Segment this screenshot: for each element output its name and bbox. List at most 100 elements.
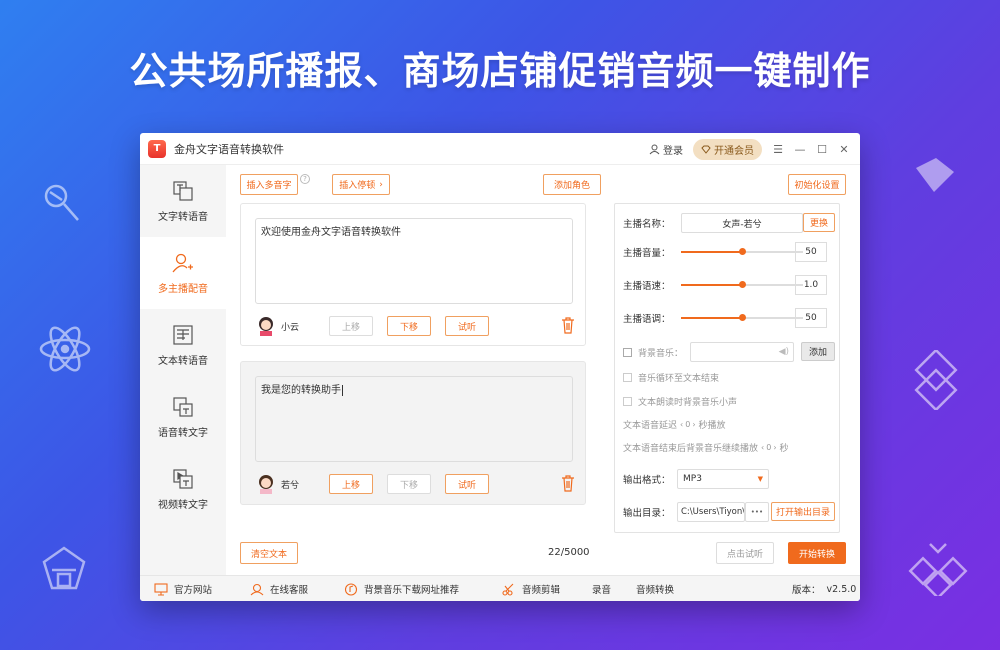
sidebar-item-label: 文字转语音 — [158, 211, 208, 223]
chevron-down-icon: ▼ — [757, 475, 763, 483]
main-panel: 插入多音字 ? 插入停顿 › 添加角色 初始化设置 欢迎使用金舟文字语音转换软件… — [226, 165, 860, 575]
speech-to-text-icon — [173, 396, 193, 417]
monitor-icon — [154, 582, 168, 596]
login-button[interactable]: 登录 — [649, 142, 683, 157]
format-label: 输出格式： — [623, 475, 671, 486]
speed-slider[interactable] — [681, 279, 803, 291]
avatar[interactable] — [257, 474, 275, 494]
sidebar-item-multi-anchor[interactable]: 多主播配音 — [140, 237, 226, 309]
sidebar-item-speech-to-text[interactable]: 语音转文字 — [140, 381, 226, 453]
record-link[interactable]: 录音 — [592, 582, 611, 596]
sidebar-item-label: 语音转文字 — [158, 427, 208, 439]
listen-button[interactable]: 试听 — [445, 474, 489, 494]
maximize-icon[interactable]: ☐ — [816, 143, 828, 156]
help-icon[interactable]: ? — [300, 174, 310, 184]
pitch-label: 主播语调： — [623, 314, 671, 325]
audio-cut-link[interactable]: 音频剪辑 — [502, 582, 560, 596]
move-down-button[interactable]: 下移 — [387, 474, 431, 494]
speed-label: 主播语速： — [623, 281, 671, 292]
text-to-speech-icon — [173, 180, 193, 201]
insert-pause-label: 插入停顿 — [339, 181, 376, 191]
segment-text-input[interactable]: 我是您的转换助手 — [255, 376, 573, 462]
app-window: T 金舟文字语音转换软件 登录 开通会员 ☰ — ☐ ✕ 文字转语音 多主播配音 — [140, 133, 860, 601]
move-up-button[interactable]: 上移 — [329, 474, 373, 494]
menu-icon[interactable]: ☰ — [772, 143, 784, 156]
add-bgm-button[interactable]: 添加 — [801, 342, 835, 361]
init-settings-button[interactable]: 初始化设置 — [788, 174, 846, 195]
bgm-sites-link[interactable]: 背景音乐下载网址推荐 — [344, 582, 459, 596]
continue-stepper[interactable]: ‹ 0 › — [761, 443, 777, 452]
preview-button[interactable]: 点击试听 — [716, 542, 774, 564]
pitch-slider[interactable] — [681, 312, 803, 324]
duck-label: 文本朗读时背景音乐小声 — [638, 397, 738, 408]
trash-icon[interactable] — [561, 474, 575, 492]
duck-checkbox[interactable] — [623, 396, 632, 406]
slider-knob[interactable] — [739, 314, 746, 321]
microphone-deco-icon — [40, 180, 84, 224]
slider-knob[interactable] — [739, 248, 746, 255]
sidebar-item-doc-to-speech[interactable]: 文本转语音 — [140, 309, 226, 381]
login-label: 登录 — [663, 145, 683, 157]
user-icon — [649, 144, 660, 154]
delay-prefix: 文本语音延迟 — [623, 420, 678, 431]
pitch-value[interactable]: 50 — [795, 308, 827, 328]
document-icon — [173, 324, 193, 345]
continue-suffix: 秒 — [779, 443, 789, 454]
loop-checkbox[interactable] — [623, 372, 632, 382]
voice-name: 小云 — [281, 323, 300, 333]
anchor-name-field: 女声-若兮 — [681, 213, 803, 233]
format-value: MP3 — [683, 474, 702, 484]
open-dir-button[interactable]: 打开输出目录 — [771, 502, 835, 521]
move-down-button[interactable]: 下移 — [387, 316, 431, 336]
continue-prefix: 文本语音结束后背景音乐继续播放 — [623, 443, 759, 454]
add-role-button[interactable]: 添加角色 — [543, 174, 601, 195]
service-link[interactable]: 在线客服 — [250, 582, 308, 596]
website-link[interactable]: 官方网站 — [154, 582, 212, 596]
headset-icon — [250, 583, 264, 595]
dir-label: 输出目录： — [623, 508, 671, 519]
music-icon — [344, 582, 358, 596]
insert-polyphone-button[interactable]: 插入多音字 — [240, 174, 298, 195]
volume-label: 主播音量： — [623, 248, 671, 259]
trash-icon[interactable] — [561, 316, 575, 334]
translate-deco-icon — [908, 350, 964, 410]
sidebar-item-text-to-speech[interactable]: 文字转语音 — [140, 165, 226, 237]
speed-value[interactable]: 1.0 — [795, 275, 827, 295]
slider-knob[interactable] — [739, 281, 746, 288]
move-up-button[interactable]: 上移 — [329, 316, 373, 336]
clear-text-button[interactable]: 清空文本 — [240, 542, 298, 564]
format-select[interactable]: MP3 ▼ — [677, 469, 769, 489]
app-title: 金舟文字语音转换软件 — [174, 142, 284, 156]
book-deco-icon — [910, 150, 960, 200]
bgm-checkbox[interactable] — [623, 347, 632, 357]
bgm-path-input[interactable]: ◀) — [690, 342, 794, 362]
add-user-icon — [172, 253, 193, 272]
char-count: 22/5000 — [548, 547, 590, 558]
insert-pause-button[interactable]: 插入停顿 › — [332, 174, 390, 195]
audio-convert-link[interactable]: 音频转换 — [636, 582, 674, 596]
version-info: 版本： v2.5.0 — [792, 583, 857, 597]
convert-button[interactable]: 开始转换 — [788, 542, 846, 564]
store-deco-icon — [36, 540, 92, 596]
loop-label: 音乐循环至文本结束 — [638, 373, 720, 384]
promo-headline: 公共场所播报、商场店铺促销音频一键制作 — [129, 49, 871, 93]
close-icon[interactable]: ✕ — [838, 143, 850, 156]
volume-value[interactable]: 50 — [795, 242, 827, 262]
title-bar: T 金舟文字语音转换软件 登录 开通会员 ☰ — ☐ ✕ — [140, 133, 860, 165]
browse-button[interactable]: ••• — [745, 502, 769, 522]
volume-slider[interactable] — [681, 246, 803, 258]
listen-button[interactable]: 试听 — [445, 316, 489, 336]
avatar[interactable] — [257, 316, 275, 336]
diamond-icon — [701, 145, 711, 154]
anchor-name-label: 主播名称： — [623, 219, 671, 230]
segment-text-input[interactable]: 欢迎使用金舟文字语音转换软件 — [255, 218, 573, 304]
vip-button[interactable]: 开通会员 — [693, 138, 762, 160]
sidebar-item-video-to-text[interactable]: 视频转文字 — [140, 453, 226, 525]
change-anchor-button[interactable]: 更换 — [803, 213, 835, 232]
minimize-icon[interactable]: — — [794, 143, 806, 156]
sidebar-item-label: 视频转文字 — [158, 499, 208, 511]
delay-stepper[interactable]: ‹ 0 › — [680, 420, 696, 429]
dir-input[interactable]: C:\Users\Tiyon\ — [677, 502, 745, 522]
sidebar: 文字转语音 多主播配音 文本转语音 语音转文字 视频转文字 — [140, 165, 226, 575]
voice-name: 若兮 — [281, 481, 300, 491]
